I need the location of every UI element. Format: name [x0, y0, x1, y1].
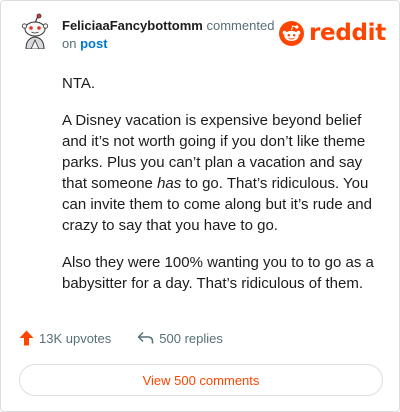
comment-paragraph: Also they were 100% wanting you to to go… — [62, 252, 380, 294]
comment-paragraph: A Disney vacation is expensive beyond be… — [62, 110, 380, 236]
comment-body: NTA. A Disney vacation is expensive beyon… — [62, 73, 380, 310]
post-link[interactable]: post — [80, 36, 107, 51]
paragraph-text: Also they were 100% wanting you to to go… — [62, 254, 374, 292]
reddit-logo: reddit — [279, 19, 386, 47]
comment-paragraph: NTA. — [62, 73, 380, 94]
reddit-alien-icon — [279, 20, 304, 46]
reply-stat[interactable]: 500 replies — [137, 331, 223, 346]
reply-arrow-icon — [138, 331, 154, 344]
comment-card: FeliciaaFancybottomm commented on post r… — [0, 0, 400, 412]
comment-context: on post — [62, 36, 108, 51]
username-link[interactable]: FeliciaaFancybottomm — [62, 18, 203, 33]
view-comments-button[interactable]: View 500 comments — [19, 364, 383, 396]
comment-footer: 13K upvotes 500 replies — [19, 330, 223, 346]
emphasis-text: has — [157, 175, 182, 192]
snoo-avatar-icon — [21, 13, 49, 50]
comment-action: commented — [206, 18, 275, 33]
reddit-wordmark: reddit — [309, 20, 386, 46]
reply-count: 500 replies — [159, 330, 223, 346]
user-avatar[interactable] — [17, 13, 53, 50]
upvote-count: 13K upvotes — [39, 330, 112, 346]
paragraph-text: NTA. — [62, 75, 96, 92]
upvote-stat[interactable]: 13K upvotes — [19, 330, 111, 346]
on-prefix: on — [62, 36, 77, 51]
upvote-arrow-icon — [19, 330, 34, 346]
comment-header: FeliciaaFancybottomm commented — [62, 18, 274, 33]
